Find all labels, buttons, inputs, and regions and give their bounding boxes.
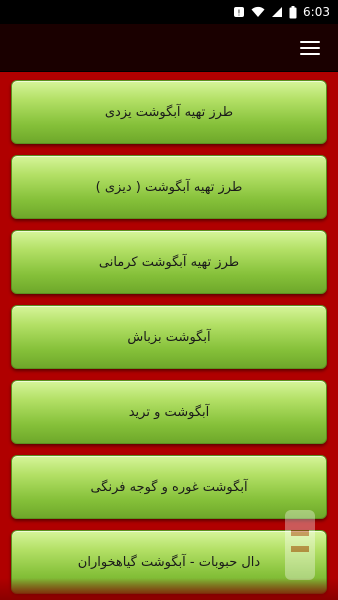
bottom-fade xyxy=(0,578,338,600)
svg-text:!: ! xyxy=(237,9,240,18)
notification-icon: ! xyxy=(233,6,245,18)
list-item[interactable]: آبگوشت و ترید xyxy=(11,380,327,444)
list-item-label: آبگوشت غوره و گوجه فرنگی xyxy=(90,479,248,495)
list-item[interactable]: طرز تهیه آبگوشت ( دیزی ) xyxy=(11,155,327,219)
list-item[interactable]: آبگوشت بزباش xyxy=(11,305,327,369)
status-bar: ! 6:03 xyxy=(0,0,338,24)
list-item-label: آبگوشت و ترید xyxy=(128,404,210,420)
app-bar xyxy=(0,24,338,72)
watermark-logo xyxy=(270,500,330,590)
status-time: 6:03 xyxy=(303,5,330,19)
wifi-icon xyxy=(251,6,265,18)
hamburger-menu-icon[interactable] xyxy=(300,40,320,55)
list-item-label: طرز تهیه آبگوشت کرمانی xyxy=(98,254,240,270)
list-item-label: طرز تهیه آبگوشت یزدی xyxy=(104,104,234,120)
list-item-label: آبگوشت بزباش xyxy=(127,329,211,345)
list-item-label: طرز تهیه آبگوشت ( دیزی ) xyxy=(95,179,243,195)
list-item[interactable]: طرز تهیه آبگوشت یزدی xyxy=(11,80,327,144)
list-item[interactable]: طرز تهیه آبگوشت کرمانی xyxy=(11,230,327,294)
battery-icon xyxy=(289,5,297,19)
signal-icon xyxy=(271,6,283,18)
